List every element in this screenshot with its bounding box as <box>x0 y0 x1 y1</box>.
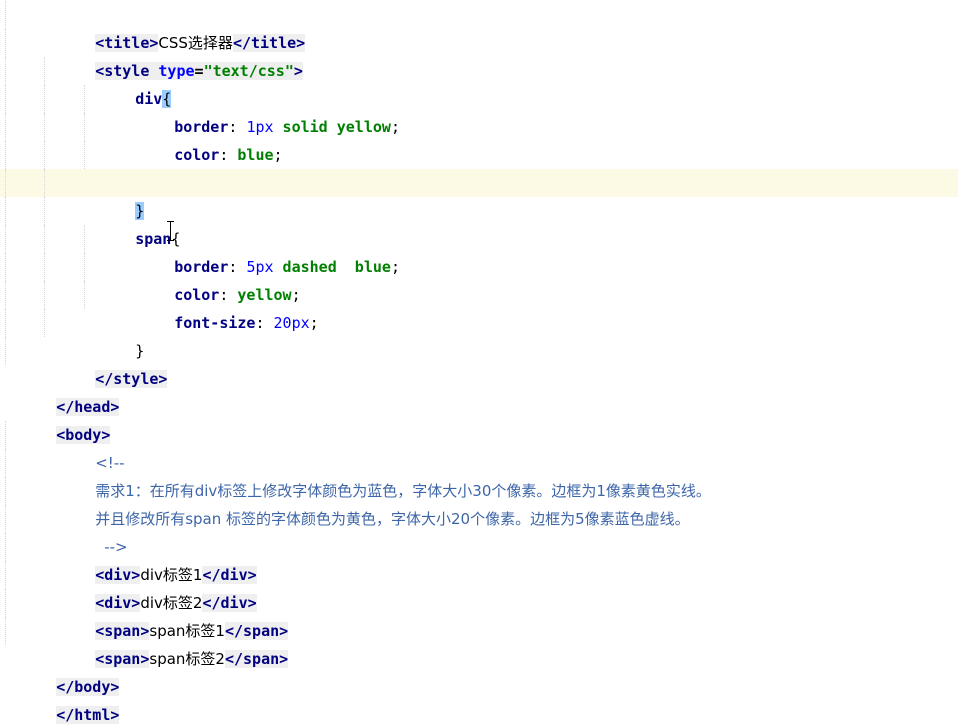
code-line-6: font-size: 30px; <box>0 141 958 192</box>
code-line-20: <div>div标签1</div> <box>0 533 958 584</box>
code-line-12: } <box>0 309 958 360</box>
code-line-7-current: } <box>0 169 958 220</box>
code-line-4: border: 1px solid yellow; <box>0 85 958 136</box>
code-line-19: --> <box>0 505 958 556</box>
code-line-13: </style> <box>0 337 958 388</box>
code-line-9: border: 5px dashed blue; <box>0 225 958 276</box>
html-close-tag: </html> <box>56 706 120 724</box>
code-line-25: </html> <box>0 673 958 724</box>
code-line-11: font-size: 20px; <box>0 281 958 332</box>
code-line-1: <title>CSS选择器</title> <box>0 1 958 52</box>
code-line-5: color: blue; <box>0 113 958 164</box>
code-line-3: div{ <box>0 57 958 108</box>
code-line-21: <div>div标签2</div> <box>0 561 958 612</box>
code-line-2: <style type="text/css"> <box>0 29 958 80</box>
code-line-8: span{ <box>0 197 958 248</box>
code-line-18: 并且修改所有span 标签的字体颜色为黄色，字体大小20个像素。边框为5像素蓝色… <box>0 477 958 528</box>
code-line-23: <span>span标签2</span> <box>0 617 958 668</box>
code-line-14: </head> <box>0 365 958 416</box>
code-line-22: <span>span标签1</span> <box>0 589 958 640</box>
text-cursor-icon <box>166 220 176 242</box>
code-editor[interactable]: <title>CSS选择器</title> <style type="text/… <box>0 0 958 724</box>
code-line-15: <body> <box>0 393 958 444</box>
code-line-17: 需求1：在所有div标签上修改字体颜色为蓝色，字体大小30个像素。边框为1像素黄… <box>0 449 958 500</box>
code-line-16: <!-- <box>0 421 958 472</box>
code-line-24: </body> <box>0 645 958 696</box>
code-line-10: color: yellow; <box>0 253 958 304</box>
